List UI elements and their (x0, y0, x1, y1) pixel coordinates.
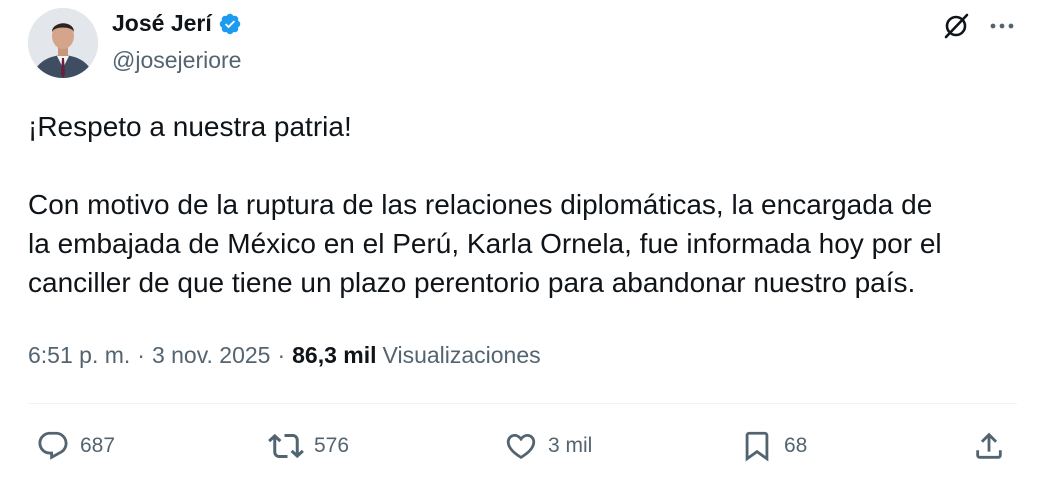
views-count: 86,3 mil (292, 342, 377, 368)
avatar[interactable] (28, 8, 98, 78)
author-name[interactable]: José Jerí (112, 10, 212, 37)
more-options-icon[interactable] (982, 8, 1022, 44)
author-handle[interactable]: @josejeriore (112, 47, 241, 74)
repost-count: 576 (314, 434, 350, 457)
meta-separator: · (137, 342, 145, 368)
meta-separator: · (277, 342, 286, 368)
tweet-time[interactable]: 6:51 p. m. (28, 342, 130, 369)
reply-button[interactable]: 687 (36, 424, 115, 468)
tweet-text-line: canciller de que tiene un plazo perentor… (28, 267, 916, 298)
tweet-text-line: Con motivo de la ruptura de las relacion… (28, 189, 933, 220)
tweet-date[interactable]: 3 nov. 2025 (152, 342, 271, 369)
repost-button[interactable]: 576 (268, 424, 349, 468)
heart-icon (504, 429, 538, 463)
bookmark-icon (740, 429, 774, 463)
divider (28, 403, 1017, 404)
grok-icon[interactable] (938, 8, 974, 44)
like-button[interactable]: 3 mil (504, 424, 592, 468)
reply-icon (36, 429, 70, 463)
repost-icon (268, 428, 304, 464)
bookmark-button[interactable]: 68 (740, 424, 807, 468)
avatar-photo (28, 8, 98, 78)
views-label: Visualizaciones (382, 342, 541, 368)
tweet-text-line: ¡Respeto a nuestra patria! (28, 111, 352, 142)
tweet-meta: 6:51 p. m. · 3 nov. 2025 · 86,3 mil Visu… (28, 342, 541, 369)
share-icon (972, 429, 1006, 463)
reply-count: 687 (80, 434, 116, 457)
tweet-text-line: la embajada de México en el Perú, Karla … (28, 228, 942, 259)
share-button[interactable] (972, 424, 1006, 468)
bookmark-count: 68 (784, 434, 808, 457)
verified-badge-icon (218, 12, 242, 36)
author-name-row[interactable]: José Jerí (112, 10, 242, 37)
tweet-card: José Jerí @josejeriore ¡Respeto a nuestr… (0, 0, 1045, 485)
tweet-text: ¡Respeto a nuestra patria! Con motivo de… (28, 107, 1028, 302)
like-count: 3 mil (548, 434, 593, 457)
